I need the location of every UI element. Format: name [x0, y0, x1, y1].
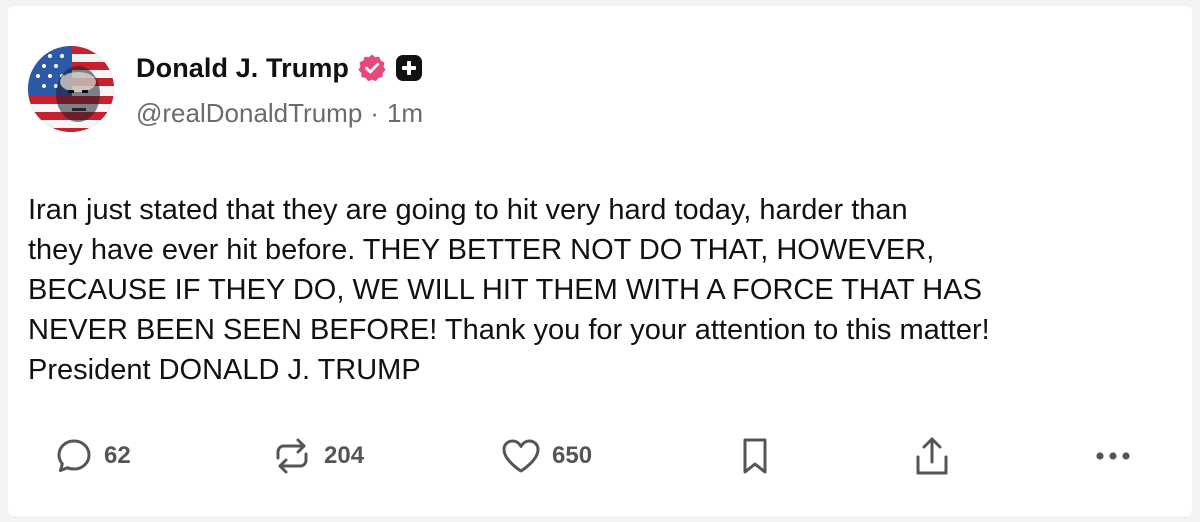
post-timestamp[interactable]: 1m [387, 98, 423, 129]
more-dots-icon [1092, 436, 1134, 476]
repost-arrows-icon [270, 436, 314, 476]
speech-bubble-icon [54, 436, 94, 476]
bookmark-button[interactable] [738, 436, 772, 476]
post-card: Donald J. Trump @realDonaldTrump · 1m Ir… [8, 6, 1192, 516]
avatar[interactable] [28, 46, 114, 132]
verified-badge-icon [357, 53, 387, 83]
share-button[interactable] [912, 436, 952, 478]
author-name-row: Donald J. Trump [136, 48, 423, 88]
reply-count: 62 [104, 442, 131, 469]
post-text: Iran just stated that they are going to … [28, 194, 990, 386]
repost-count: 204 [324, 442, 365, 469]
author-display-name[interactable]: Donald J. Trump [136, 53, 349, 84]
plus-square-icon[interactable] [395, 54, 423, 82]
more-options-button[interactable] [1092, 436, 1134, 476]
heart-icon [500, 436, 542, 476]
repost-button[interactable]: 204 [270, 436, 364, 476]
like-count: 650 [552, 442, 593, 469]
action-bar: 62 204 650 [8, 426, 1192, 486]
share-upload-icon [912, 436, 952, 478]
author-handle[interactable]: @realDonaldTrump [136, 98, 362, 129]
like-button[interactable]: 650 [500, 436, 592, 476]
author-handle-row: @realDonaldTrump · 1m [136, 98, 423, 129]
separator-dot: · [370, 98, 379, 128]
reply-button[interactable]: 62 [54, 436, 131, 476]
bookmark-icon [738, 436, 772, 476]
